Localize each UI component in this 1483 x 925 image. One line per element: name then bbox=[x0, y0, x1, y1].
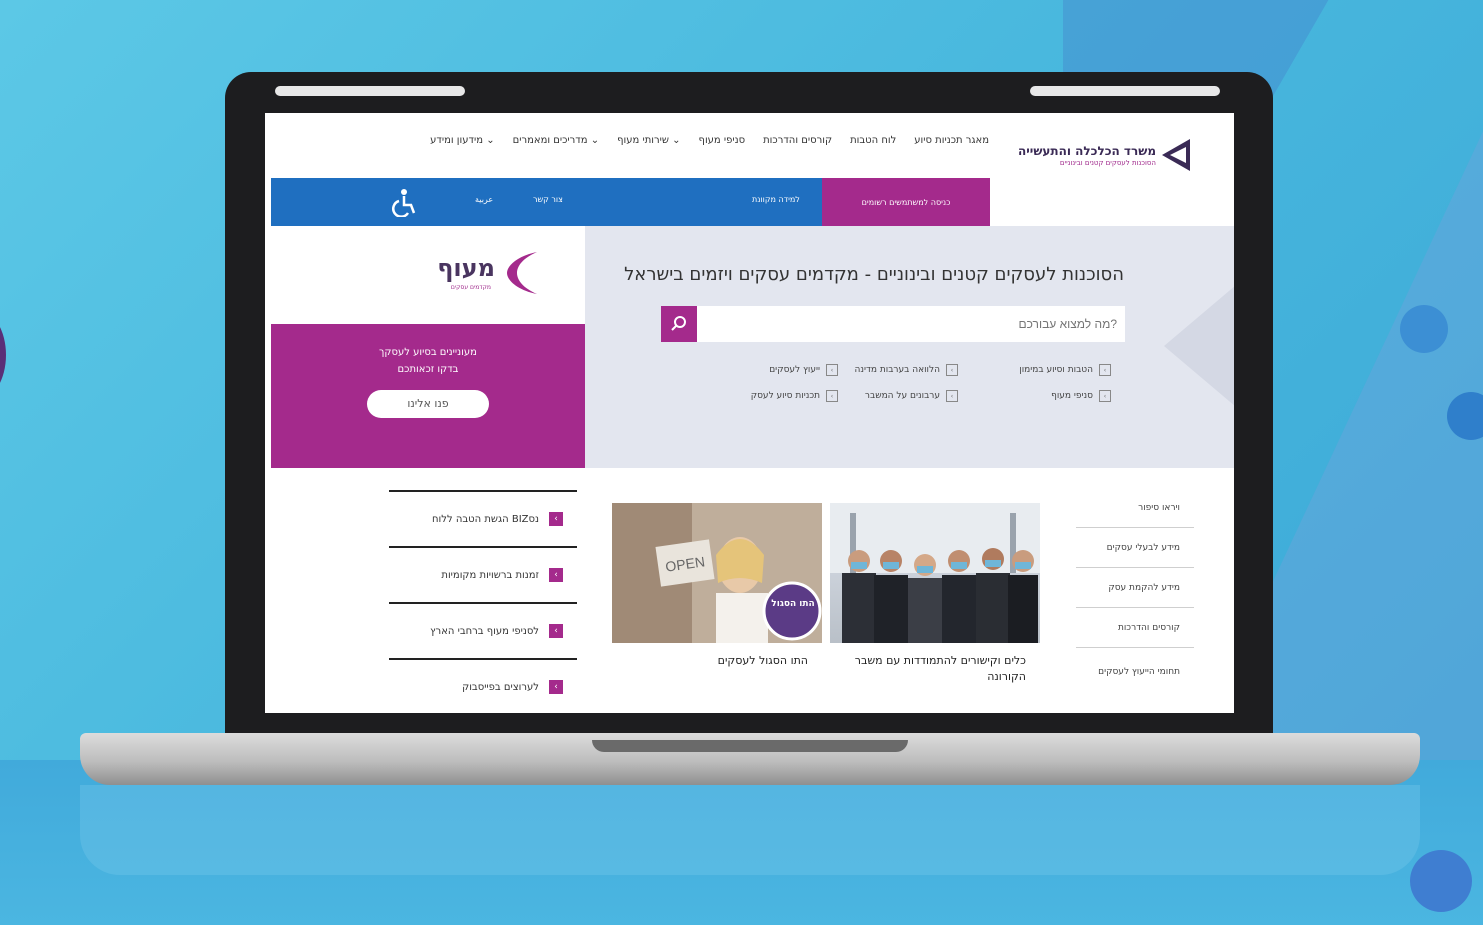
search-input[interactable] bbox=[715, 316, 1119, 332]
laptop-bezel-detail bbox=[275, 86, 465, 96]
side-nav: ויראו סיפור מידע לבעלי עסקים מידע להקמת … bbox=[1076, 488, 1194, 696]
link-list-item[interactable]: לסניפי מעוף ברחבי הארץ ‹ bbox=[389, 602, 577, 658]
quick-link-label: ייעוץ לעסקים bbox=[769, 365, 820, 375]
side-nav-item[interactable]: ויראו סיפור bbox=[1076, 488, 1194, 528]
quick-link[interactable]: תכניות סיוע לעסק ‹ bbox=[751, 390, 838, 402]
link-list-label: לערוצים בפייסבוק bbox=[462, 681, 539, 693]
link-list-label: זמנות ברשויות מקומיות bbox=[441, 569, 539, 581]
hero-decor bbox=[1164, 236, 1234, 456]
news-card[interactable]: OPEN התו הסגול התו הסגול לעסקים bbox=[612, 503, 822, 669]
chevron-left-icon: ‹ bbox=[946, 390, 958, 402]
chevron-left-icon: ‹ bbox=[549, 568, 563, 582]
search-icon bbox=[671, 316, 686, 331]
card-image bbox=[830, 503, 1040, 643]
agency-subtitle: הסוכנות לעסקים קטנים ובינוניים bbox=[1059, 159, 1156, 167]
hero-section: הסוכנות לעסקים קטנים ובינוניים - מקדמים … bbox=[585, 226, 1234, 468]
link-list-item[interactable]: זמנות ברשויות מקומיות ‹ bbox=[389, 546, 577, 602]
online-learning-link[interactable]: למידה מקוונת bbox=[752, 195, 800, 204]
contact-us-button[interactable]: פנו אלינו bbox=[367, 390, 489, 418]
link-list-label: הגשת הטבה ללוח BIZנס bbox=[432, 513, 539, 525]
laptop-bezel-detail bbox=[1030, 86, 1220, 96]
laptop-reflection bbox=[80, 785, 1420, 875]
card-caption: כלים וקישורים להתמודדות עם משבר הקורונה bbox=[854, 654, 1026, 683]
quick-link[interactable]: ערבונים על המשבר ‹ bbox=[865, 390, 958, 402]
website-screen: משרד הכלכלה והתעשייה הסוכנות לעסקים קטני… bbox=[265, 113, 1234, 713]
decor-circle bbox=[1410, 850, 1472, 912]
quick-link-label: תכניות סיוע לעסק bbox=[750, 391, 820, 401]
chevron-left-icon: ‹ bbox=[1099, 390, 1111, 402]
link-list-item[interactable]: לערוצים בפייסבוק ‹ bbox=[389, 658, 577, 713]
menu-item[interactable]: סניפי מעוף bbox=[699, 135, 746, 146]
chevron-left-icon: ‹ bbox=[946, 364, 958, 376]
promo-line: מעוניינים בסיוע לעסקך bbox=[379, 347, 477, 358]
hero-title: הסוכנות לעסקים קטנים ובינוניים - מקדמים … bbox=[624, 264, 1124, 285]
top-navigation: משרד הכלכלה והתעשייה הסוכנות לעסקים קטני… bbox=[265, 113, 1234, 176]
quick-link-label: הלוואה בערבות מדינה bbox=[854, 365, 940, 375]
chevron-left-icon: ‹ bbox=[549, 680, 563, 694]
decor-circle bbox=[1400, 305, 1448, 353]
business-team-image bbox=[830, 503, 1040, 643]
search-box bbox=[661, 306, 1125, 342]
menu-item[interactable]: שירותי מעוף ⌄ bbox=[617, 135, 680, 146]
side-nav-item[interactable]: מידע לבעלי עסקים bbox=[1076, 528, 1194, 568]
content-section: ויראו סיפור מידע לבעלי עסקים מידע להקמת … bbox=[265, 468, 1234, 713]
quick-link-label: סניפי מעוף bbox=[1051, 391, 1093, 401]
brand-tagline: מקדמים עסקים bbox=[450, 284, 491, 291]
quick-link-label: הטבות וסיוע במימון bbox=[1019, 365, 1093, 375]
main-menu: מאגר תכניות סיוע לוח הטבות קורסים והדרכו… bbox=[430, 135, 989, 146]
contact-link[interactable]: צור קשר bbox=[533, 195, 563, 204]
decor-circle bbox=[0, 310, 6, 400]
side-nav-item[interactable]: קורסים והדרכות bbox=[1076, 608, 1194, 648]
chevron-left-icon: ‹ bbox=[826, 364, 838, 376]
maof-brand-panel: מעוף מקדמים עסקים bbox=[271, 226, 585, 324]
maof-logo-icon bbox=[507, 252, 537, 294]
news-card[interactable]: כלים וקישורים להתמודדות עם משבר הקורונה bbox=[830, 503, 1040, 685]
menu-item[interactable]: מדריכים ומאמרים ⌄ bbox=[513, 135, 600, 146]
search-button[interactable] bbox=[661, 306, 697, 342]
menu-item[interactable]: לוח הטבות bbox=[850, 135, 896, 146]
chevron-left-icon: ‹ bbox=[826, 390, 838, 402]
menu-item[interactable]: מאגר תכניות סיוע bbox=[914, 135, 989, 146]
quick-link-label: ערבונים על המשבר bbox=[864, 391, 940, 401]
laptop-notch bbox=[592, 740, 908, 752]
link-list-item[interactable]: הגשת הטבה ללוח BIZנס ‹ bbox=[389, 490, 577, 546]
card-caption: התו הסגול לעסקים bbox=[717, 654, 808, 667]
ministry-logo-text[interactable]: משרד הכלכלה והתעשייה הסוכנות לעסקים קטני… bbox=[1018, 144, 1156, 167]
language-link[interactable]: عربية bbox=[475, 195, 493, 204]
brand-name: מעוף bbox=[437, 254, 495, 282]
promo-line: בדקו זכאותכם bbox=[397, 364, 459, 375]
side-nav-item[interactable]: מידע להקמת עסק bbox=[1076, 568, 1194, 608]
ministry-logo-icon bbox=[1162, 139, 1190, 171]
quick-link[interactable]: הטבות וסיוע במימון ‹ bbox=[1019, 364, 1111, 376]
link-list-label: לסניפי מעוף ברחבי הארץ bbox=[430, 625, 539, 637]
purple-badge-label: התו הסגול bbox=[771, 599, 815, 609]
chevron-left-icon: ‹ bbox=[549, 624, 563, 638]
accessibility-icon[interactable] bbox=[389, 187, 417, 217]
quick-link[interactable]: הלוואה בערבות מדינה ‹ bbox=[854, 364, 958, 376]
link-list: הגשת הטבה ללוח BIZנס ‹ זמנות ברשויות מקומ… bbox=[389, 490, 577, 713]
chevron-left-icon: ‹ bbox=[549, 512, 563, 526]
promo-panel: מעוניינים בסיוע לעסקך בדקו זכאותכם פנו א… bbox=[271, 324, 585, 468]
registered-login-button[interactable]: כניסה למשתמשים רשומים bbox=[822, 178, 990, 226]
chevron-left-icon: ‹ bbox=[1099, 364, 1111, 376]
open-sign-image: OPEN bbox=[612, 503, 822, 643]
side-nav-item[interactable]: תחומי הייעוץ לעסקים bbox=[1076, 648, 1194, 696]
quick-link[interactable]: סניפי מעוף ‹ bbox=[1051, 390, 1111, 402]
card-image: OPEN התו הסגול bbox=[612, 503, 822, 643]
ministry-name: משרד הכלכלה והתעשייה bbox=[1018, 144, 1156, 158]
menu-item[interactable]: קורסים והדרכות bbox=[763, 135, 832, 146]
menu-item[interactable]: מידעון ומידע ⌄ bbox=[430, 135, 494, 146]
quick-link[interactable]: ייעוץ לעסקים ‹ bbox=[769, 364, 838, 376]
